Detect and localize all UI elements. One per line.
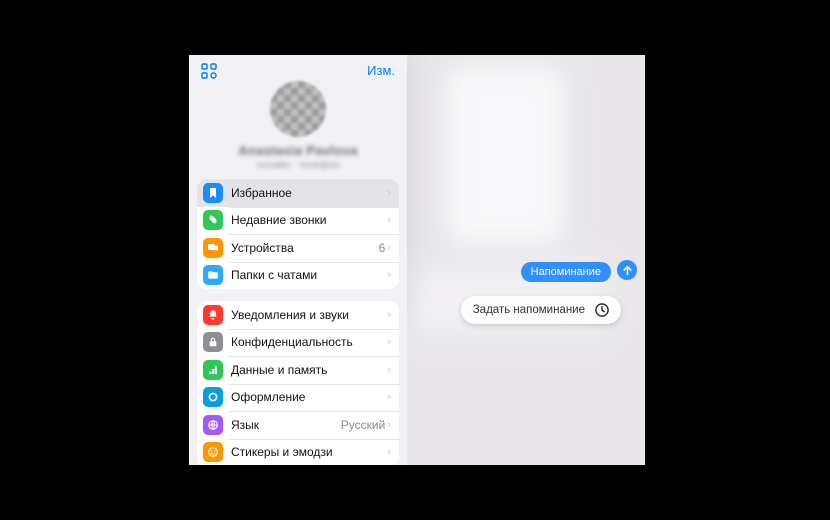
- settings-groups: Избранное›Недавние звонки›Устройства6›Па…: [189, 179, 407, 465]
- settings-pane: Изм. Anastasia Pavlova онлайн · телефон …: [189, 55, 407, 465]
- clock-icon: [593, 301, 611, 319]
- settings-group-1: Избранное›Недавние звонки›Устройства6›Па…: [197, 179, 399, 289]
- row-label: Недавние звонки: [231, 213, 387, 227]
- circle-icon: [203, 387, 223, 407]
- bookmark-icon: [203, 183, 223, 203]
- suggestion-label: Задать напоминание: [473, 304, 585, 316]
- send-button[interactable]: [617, 260, 637, 280]
- row-value: Русский: [341, 418, 386, 432]
- settings-row-folders[interactable]: Папки с чатами›: [197, 262, 399, 290]
- row-label: Папки с чатами: [231, 268, 387, 282]
- row-label: Устройства: [231, 241, 379, 255]
- row-label: Язык: [231, 418, 341, 432]
- chevron-right-icon: ›: [387, 214, 391, 226]
- chevron-right-icon: ›: [387, 187, 391, 199]
- chevron-right-icon: ›: [387, 446, 391, 458]
- bell-icon: [203, 305, 223, 325]
- settings-row-favorites[interactable]: Избранное›: [197, 179, 399, 207]
- chevron-right-icon: ›: [387, 242, 391, 254]
- folder-icon: [203, 265, 223, 285]
- outgoing-message-bubble[interactable]: Напоминание: [521, 262, 611, 282]
- globe-icon: [203, 415, 223, 435]
- chevron-right-icon: ›: [387, 309, 391, 321]
- chevron-right-icon: ›: [387, 364, 391, 376]
- arrow-up-icon: [622, 265, 633, 276]
- row-value: 6: [379, 241, 386, 255]
- settings-row-data[interactable]: Данные и память›: [197, 356, 399, 384]
- devices-icon: [203, 238, 223, 258]
- chat-pane: Напоминание Задать напоминание: [407, 55, 645, 465]
- row-label: Оформление: [231, 390, 387, 404]
- qr-icon[interactable]: [201, 63, 217, 79]
- chevron-right-icon: ›: [387, 336, 391, 348]
- lock-icon: [203, 332, 223, 352]
- profile-name: Anastasia Pavlova: [238, 143, 357, 158]
- profile-subtitle: онлайн · телефон: [257, 160, 340, 171]
- row-label: Уведомления и звуки: [231, 308, 387, 322]
- stage: Изм. Anastasia Pavlova онлайн · телефон …: [0, 0, 830, 520]
- smile-icon: [203, 442, 223, 462]
- reminder-suggestion-chip[interactable]: Задать напоминание: [461, 296, 621, 324]
- chat-bg-blur: [407, 55, 645, 465]
- edit-button[interactable]: Изм.: [367, 63, 395, 78]
- row-label: Конфиденциальность: [231, 335, 387, 349]
- row-label: Избранное: [231, 186, 387, 200]
- data-icon: [203, 360, 223, 380]
- settings-row-devices[interactable]: Устройства6›: [197, 234, 399, 262]
- settings-group-2: Уведомления и звуки›Конфиденциальность›Д…: [197, 301, 399, 465]
- ipad-window: Изм. Anastasia Pavlova онлайн · телефон …: [183, 49, 651, 471]
- settings-row-lang[interactable]: ЯзыкРусский›: [197, 411, 399, 439]
- chevron-right-icon: ›: [387, 391, 391, 403]
- profile-block[interactable]: Anastasia Pavlova онлайн · телефон: [189, 79, 407, 179]
- settings-row-theme[interactable]: Оформление›: [197, 384, 399, 412]
- chevron-right-icon: ›: [387, 269, 391, 281]
- settings-row-recent[interactable]: Недавние звонки›: [197, 207, 399, 235]
- settings-row-privacy[interactable]: Конфиденциальность›: [197, 329, 399, 357]
- chevron-right-icon: ›: [387, 419, 391, 431]
- phone-icon: [203, 210, 223, 230]
- avatar[interactable]: [270, 81, 326, 137]
- settings-row-stickers[interactable]: Стикеры и эмодзи›: [197, 439, 399, 466]
- row-label: Данные и память: [231, 363, 387, 377]
- settings-row-notif[interactable]: Уведомления и звуки›: [197, 301, 399, 329]
- settings-header: Изм.: [189, 55, 407, 79]
- row-label: Стикеры и эмодзи: [231, 445, 387, 459]
